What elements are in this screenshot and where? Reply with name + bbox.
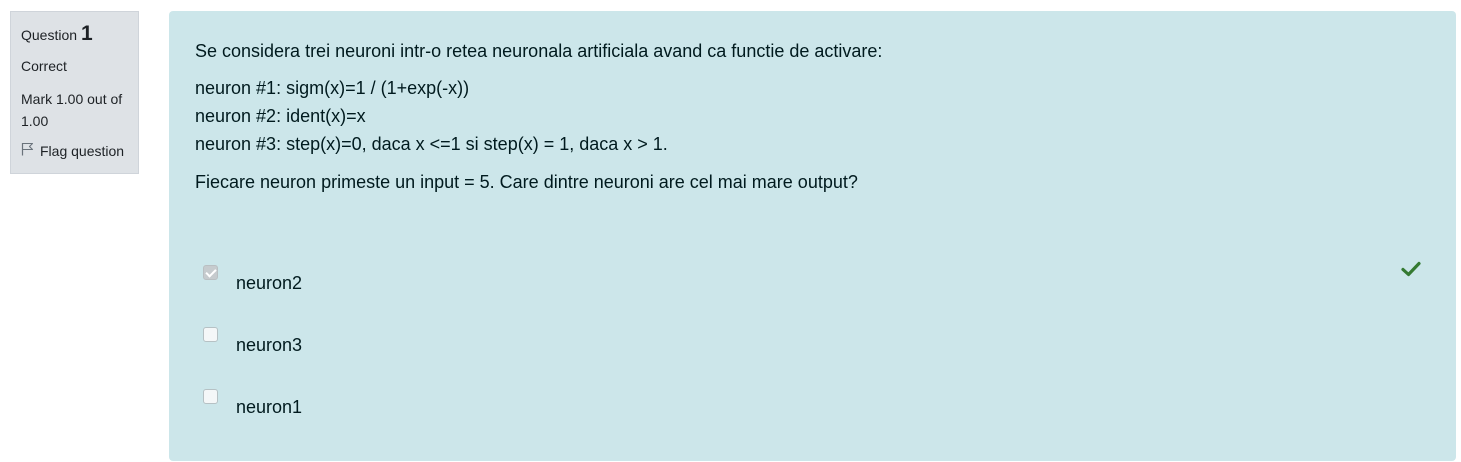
flag-question-link[interactable]: Flag question	[21, 142, 128, 159]
answer-checkbox[interactable]	[203, 265, 218, 280]
definition-line: neuron #1: sigm(x)=1 / (1+exp(-x))	[195, 78, 470, 98]
question-text: Se considera trei neuroni intr-o retea n…	[195, 37, 882, 196]
answer-option[interactable]: neuron2	[203, 265, 302, 294]
question-info-panel: Question 1 Correct Mark 1.00 out of 1.00…	[10, 11, 139, 174]
answer-label: neuron2	[236, 273, 303, 293]
definition-line: neuron #2: ident(x)=x	[195, 106, 366, 126]
answer-label: neuron1	[236, 397, 303, 417]
question-content: Se considera trei neuroni intr-o retea n…	[169, 11, 1456, 461]
question-state: Correct	[21, 58, 67, 74]
question-number: 1	[80, 22, 93, 45]
question-word: Question	[21, 27, 78, 43]
question-number-line: Question 1	[21, 22, 128, 46]
answer-option[interactable]: neuron1	[203, 389, 302, 418]
activation-definitions: neuron #1: sigm(x)=1 / (1+exp(-x)) neuro…	[195, 74, 882, 158]
flag-icon	[21, 142, 34, 159]
definition-line: neuron #3: step(x)=0, daca x <=1 si step…	[195, 134, 668, 154]
answer-checkbox[interactable]	[203, 389, 218, 404]
flag-question-label: Flag question	[40, 142, 125, 159]
answer-checkbox[interactable]	[203, 327, 218, 342]
answer-option[interactable]: neuron3	[203, 327, 302, 356]
answer-label: neuron3	[236, 335, 303, 355]
question-intro: Se considera trei neuroni intr-o retea n…	[195, 41, 883, 61]
check-icon	[1401, 261, 1421, 277]
question-grade: Mark 1.00 out of 1.00	[21, 91, 123, 129]
question-prompt: Fiecare neuron primeste un input = 5. Ca…	[195, 172, 858, 192]
